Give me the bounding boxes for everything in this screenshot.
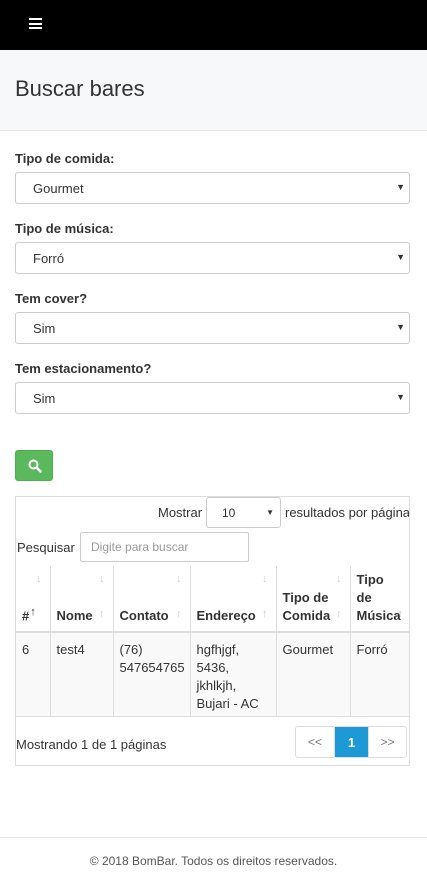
sort-icon: ↑ — [176, 608, 182, 620]
page-length-value: 10 — [222, 506, 236, 520]
sort-icon: ↑ — [99, 608, 105, 620]
cell-contato: (76) 547654765 — [113, 632, 191, 717]
table-header-row: ↓ #↑ ↓ Nome ↑ ↓ Contato ↑ ↓ Endereço ↑ ↓ Tipo de… — [16, 566, 409, 633]
sort-icon: ↓ — [336, 573, 342, 585]
parking-select[interactable]: Sim ▼ — [15, 382, 410, 414]
food-type-select[interactable]: Gourmet ▼ — [15, 172, 410, 204]
page-header: Buscar bares — [0, 50, 427, 131]
prev-page-button[interactable]: << — [296, 727, 334, 757]
table-row[interactable]: 6 test4 (76) 547654765 hgfhjgf, 5436, jkhlk… — [16, 632, 409, 717]
table-info: Mostrando 1 de 1 páginas — [16, 737, 167, 752]
chevron-down-icon: ▼ — [396, 182, 405, 192]
sort-icon: ↑ — [336, 608, 342, 620]
chevron-down-icon: ▼ — [396, 322, 405, 332]
music-type-value: Forró — [33, 251, 65, 266]
copyright-text: © 2018 BomBar. Todos os direitos reserva… — [89, 854, 338, 868]
top-navbar — [0, 0, 427, 50]
sort-icon: ↑ — [262, 608, 268, 620]
results-per-page-label: resultados por página — [285, 505, 410, 520]
col-header-contato[interactable]: ↓ Contato ↑ — [113, 566, 191, 633]
search-icon — [28, 459, 42, 473]
cover-select[interactable]: Sim ▼ — [15, 312, 410, 344]
cell-tipo-comida: Gourmet — [276, 632, 351, 717]
parking-label: Tem estacionamento? — [15, 361, 152, 376]
sort-icon: ↓ — [36, 573, 42, 585]
table-search-label: Pesquisar — [17, 540, 75, 555]
col-header-id[interactable]: ↓ #↑ — [16, 566, 51, 633]
cell-id: 6 — [16, 632, 51, 717]
hamburger-menu-icon[interactable] — [29, 18, 42, 29]
chevron-down-icon: ▼ — [266, 508, 274, 517]
cell-tipo-musica: Forró — [350, 632, 409, 717]
show-entries-label: Mostrar — [158, 505, 203, 520]
page-title: Buscar bares — [15, 76, 145, 101]
cell-nome: test4 — [50, 632, 114, 717]
cell-endereco: hgfhjgf, 5436, jkhlkjh, Bujari - AC — [190, 632, 277, 717]
food-type-value: Gourmet — [33, 181, 84, 196]
chevron-down-icon: ▼ — [396, 252, 405, 262]
food-type-label: Tipo de comida: — [15, 151, 115, 166]
col-header-endereco[interactable]: ↓ Endereço ↑ — [190, 566, 277, 633]
sort-icon: ↓ — [99, 573, 105, 585]
results-panel: Mostrar 10 ▼ resultados por página Pesqu… — [15, 496, 410, 766]
music-type-label: Tipo de música: — [15, 221, 114, 236]
page-length-select[interactable]: 10 ▼ — [206, 497, 281, 528]
sort-icon: ↓ — [262, 573, 268, 585]
bars-table: ↓ #↑ ↓ Nome ↑ ↓ Contato ↑ ↓ Endereço ↑ ↓ Tipo de… — [16, 566, 409, 717]
parking-value: Sim — [33, 391, 56, 406]
sort-icon: ↓ — [176, 573, 182, 585]
col-header-nome[interactable]: ↓ Nome ↑ — [50, 566, 114, 633]
music-type-select[interactable]: Forró ▼ — [15, 242, 410, 274]
table-search-input[interactable] — [80, 532, 249, 562]
page-1-button[interactable]: 1 — [334, 727, 368, 757]
chevron-down-icon: ▼ — [396, 392, 405, 402]
footer: © 2018 BomBar. Todos os direitos reserva… — [0, 837, 427, 887]
cover-value: Sim — [33, 321, 56, 336]
pagination: << 1 >> — [295, 726, 407, 758]
sort-asc-icon: ↑ — [30, 605, 36, 618]
col-header-tipo-comida[interactable]: ↓ Tipo de Comida ↑ — [276, 566, 351, 633]
sort-icon: ↑ — [397, 608, 404, 620]
cover-label: Tem cover? — [15, 291, 88, 306]
search-button[interactable] — [15, 450, 53, 481]
next-page-button[interactable]: >> — [368, 727, 406, 757]
col-header-tipo-musica[interactable]: Tipo de Música ↑ — [350, 566, 409, 633]
